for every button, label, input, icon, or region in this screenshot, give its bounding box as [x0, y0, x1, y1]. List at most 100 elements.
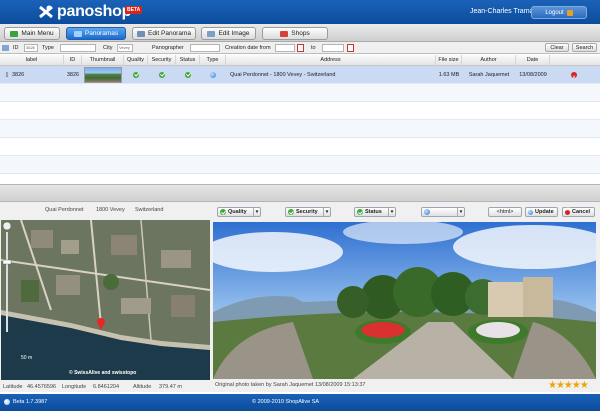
quality-ok-icon [220, 209, 226, 215]
date-from-label: Creation date from [225, 45, 271, 51]
satellite-map[interactable]: 50 m © SwissAlive and swisstopo [1, 220, 210, 380]
column-header-security[interactable]: Security [148, 55, 176, 66]
edit-panorama-icon [137, 30, 145, 37]
row-date: 13/08/2009 [519, 72, 547, 78]
table-row[interactable]: ▯ 3826 3826 Quai Perdonnet - 1800 Vevey … [0, 66, 600, 87]
calendar-icon[interactable] [347, 44, 354, 52]
filter-bar: ID 3826 Type City Vevey Panographer Crea… [0, 42, 600, 54]
back-arrow-icon [10, 30, 19, 37]
logout-button[interactable]: Logout [531, 6, 587, 19]
panorama-viewer[interactable] [213, 222, 596, 379]
delete-icon[interactable] [568, 66, 580, 87]
column-header-type[interactable]: Type [200, 55, 226, 66]
grid-header: label ID Thumbnail Quality Security Stat… [0, 55, 600, 66]
quality-ok-icon [124, 66, 148, 84]
update-icon [528, 209, 533, 215]
row-file-size: 1.63 MB [438, 72, 460, 78]
type-select[interactable] [60, 44, 96, 52]
map-imagery [1, 220, 210, 380]
security-dropdown[interactable]: Security ▾ [285, 207, 331, 217]
column-header-actions [550, 55, 600, 66]
row-id: 3826 [66, 72, 80, 78]
tab-main-menu[interactable]: Main Menu [4, 27, 60, 40]
beta-badge: BETA [125, 6, 143, 14]
map-copyright: © SwissAlive and swisstopo [69, 370, 137, 376]
app-header: panoshop BETA Jean-Charles Tramasure Log… [0, 0, 600, 24]
panel-splitter[interactable] [0, 184, 600, 202]
cancel-icon [565, 207, 570, 215]
empty-row [0, 84, 600, 102]
tab-edit-image[interactable]: Edit Image [201, 27, 256, 40]
city-input[interactable]: Vevey [117, 44, 133, 52]
city-label: City [103, 45, 113, 51]
app-logo-text: panoshop [57, 3, 132, 20]
status-ok-icon [176, 66, 200, 84]
quality-dropdown[interactable]: Quality ▾ [217, 207, 261, 217]
longitude-label: Longitude [62, 384, 87, 390]
empty-row [0, 120, 600, 138]
chevron-down-icon: ▾ [388, 208, 395, 216]
tab-label: Main Menu [21, 30, 54, 37]
tab-shops[interactable]: Shops [262, 27, 328, 40]
id-input[interactable]: 3826 [24, 44, 38, 52]
cancel-label: Cancel [572, 209, 591, 215]
app-footer: Beta 1.7.3987 © 2009-2010 ShopAlive SA [0, 394, 600, 411]
row-label: 3826 [12, 72, 25, 78]
panorama-icon [73, 30, 82, 37]
column-header-address[interactable]: Address [226, 55, 436, 66]
globe-icon [200, 66, 226, 84]
type-dropdown[interactable]: ▾ [421, 207, 465, 217]
address-street: Quai Perdonnet [45, 207, 84, 213]
logo-icon [39, 5, 53, 19]
id-label: ID [13, 45, 19, 51]
row-thumbnail[interactable] [84, 67, 122, 83]
calendar-icon[interactable] [297, 44, 304, 52]
date-from-input[interactable] [275, 44, 295, 52]
panorama-image [213, 222, 596, 379]
search-button[interactable]: Search [572, 43, 597, 52]
date-to-input[interactable] [322, 44, 344, 52]
latitude-label: Latitude [3, 384, 23, 390]
shop-icon [280, 30, 289, 37]
date-to-label: to [311, 45, 316, 51]
filter-icon [2, 45, 9, 51]
tab-panoramas[interactable]: Panoramas [66, 27, 126, 40]
detail-pane: Quai Perdonnet 1800 Vevey Switzerland 50… [0, 202, 600, 392]
security-ok-icon [288, 209, 294, 215]
quality-label: Quality [228, 209, 247, 215]
longitude-value: 6.8461204 [93, 384, 119, 390]
cancel-button[interactable]: Cancel [562, 207, 595, 217]
panographer-input[interactable] [190, 44, 220, 52]
security-ok-icon [148, 66, 176, 84]
update-button[interactable]: Update [525, 207, 558, 217]
column-header-quality[interactable]: Quality [124, 55, 148, 66]
tab-edit-panorama[interactable]: Edit Panorama [132, 27, 196, 40]
column-header-status[interactable]: Status [176, 55, 200, 66]
column-header-author[interactable]: Author [462, 55, 516, 66]
column-header-date[interactable]: Date [516, 55, 550, 66]
column-header-id[interactable]: ID [64, 55, 82, 66]
row-address: Quai Perdonnet - 1800 Vevey - Switzerlan… [230, 72, 336, 78]
html-button[interactable]: <html> [488, 207, 522, 217]
column-header-file-size[interactable]: File size [436, 55, 462, 66]
status-dropdown[interactable]: Status ▾ [354, 207, 396, 217]
type-label: Type [42, 45, 54, 51]
tab-label: Edit Image [218, 30, 250, 37]
copyright-label: © 2009-2010 ShopAlive SA [252, 399, 320, 405]
altitude-label: Altitude [133, 384, 152, 390]
column-header-thumbnail[interactable]: Thumbnail [82, 55, 124, 66]
column-header-label[interactable]: label [0, 55, 64, 66]
clear-button[interactable]: Clear [545, 43, 569, 52]
tab-label: Shops [291, 30, 310, 37]
rating-stars[interactable]: ★★★★★ [548, 380, 589, 391]
edit-image-icon [207, 30, 216, 37]
empty-row [0, 138, 600, 156]
tab-bar: Main Menu Panoramas Edit Panorama Edit I… [0, 24, 600, 42]
version-label: Beta 1.7.3987 [13, 399, 48, 405]
map-zoom-slider[interactable] [1, 220, 13, 340]
logout-icon [566, 9, 573, 16]
info-icon [4, 399, 10, 405]
security-label: Security [296, 209, 318, 215]
row-author: Sarah Jaquemet [468, 72, 510, 78]
status-label: Status [365, 209, 382, 215]
